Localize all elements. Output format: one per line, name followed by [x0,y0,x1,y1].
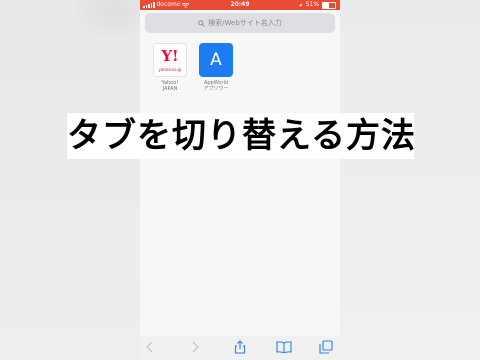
back-arrow-icon[interactable] [142,339,158,355]
favorite-label: Yahoo! JAPAN [161,80,179,92]
overlay-title-banner: タブを切り替える方法 [67,113,415,159]
phone-screen: docomo 20:49 51% 検索/Webサイト名入力 Y! yahoo.c… [140,0,340,360]
battery-percent: 51% [305,1,319,8]
battery-icon [322,1,336,9]
appworld-logo: A [199,43,233,77]
search-icon [198,19,206,27]
status-bar: docomo 20:49 51% [140,0,340,10]
blurred-background-right [340,0,480,360]
favorite-yahoo-japan[interactable]: Y! yahoo.co.jp Yahoo! JAPAN [153,43,187,92]
search-input[interactable]: 検索/Webサイト名入力 [145,13,335,33]
favorite-appworld[interactable]: A AppWorld アプリワー [199,43,233,92]
bookmarks-icon[interactable] [276,339,292,355]
share-icon[interactable] [232,339,248,355]
bottom-toolbar [140,336,340,360]
location-icon [298,3,303,7]
search-placeholder: 検索/Webサイト名入力 [208,19,282,27]
favorite-label: AppWorld アプリワー [203,80,229,92]
blurred-background-left [0,0,160,360]
yahoo-logo: Y! yahoo.co.jp [153,43,187,77]
forward-arrow-icon[interactable] [187,339,203,355]
tabs-icon[interactable] [318,339,334,355]
